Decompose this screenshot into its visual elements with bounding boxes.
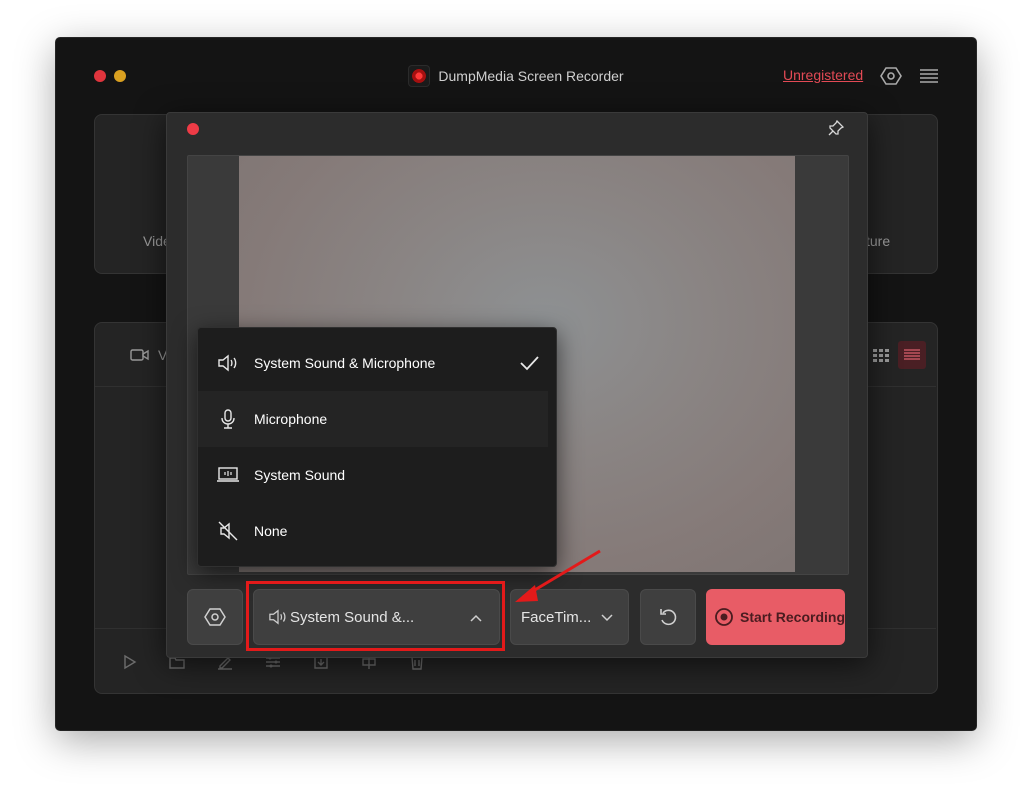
speaker-icon bbox=[269, 609, 286, 625]
start-recording-label: Start Recording bbox=[740, 609, 846, 625]
start-recording-button[interactable]: Start Recording bbox=[706, 589, 845, 645]
menu-item-label: System Sound & Microphone bbox=[254, 355, 436, 371]
record-icon bbox=[715, 608, 733, 626]
menu-item-system-sound-and-microphone[interactable]: System Sound & Microphone bbox=[198, 335, 548, 391]
menu-item-none[interactable]: None bbox=[198, 503, 548, 559]
audio-source-menu: System Sound & Microphone Microphone Sys… bbox=[197, 327, 557, 567]
chevron-up-icon bbox=[470, 614, 482, 622]
rotate-camera-button[interactable] bbox=[640, 589, 696, 645]
menu-item-system-sound[interactable]: System Sound bbox=[198, 447, 548, 503]
webcam-settings-button[interactable] bbox=[187, 589, 243, 645]
camera-source-select[interactable]: FaceTim... bbox=[510, 589, 629, 645]
menu-item-label: None bbox=[254, 523, 288, 539]
system-sound-icon bbox=[216, 463, 240, 487]
video-camera-icon bbox=[130, 347, 150, 363]
app-title: DumpMedia Screen Recorder bbox=[438, 68, 624, 84]
menu-hamburger-icon[interactable] bbox=[918, 66, 940, 86]
unregistered-link[interactable]: Unregistered bbox=[783, 67, 863, 83]
speaker-muted-icon bbox=[216, 519, 240, 543]
camera-source-value: FaceTim... bbox=[521, 608, 592, 626]
titlebar: DumpMedia Screen Recorder bbox=[0, 58, 1032, 94]
audio-source-value: System Sound &... bbox=[290, 608, 415, 626]
checkmark-icon bbox=[518, 353, 540, 373]
grid-view-icon[interactable] bbox=[872, 347, 890, 363]
settings-gear-icon[interactable] bbox=[880, 66, 902, 86]
speaker-icon bbox=[216, 351, 240, 375]
menu-item-label: Microphone bbox=[254, 411, 328, 427]
play-icon[interactable] bbox=[121, 654, 137, 670]
menu-item-label: System Sound bbox=[254, 467, 346, 483]
chevron-down-icon bbox=[601, 614, 613, 622]
audio-source-select[interactable]: System Sound &... bbox=[253, 589, 500, 645]
pin-icon[interactable] bbox=[828, 119, 845, 136]
dialog-close-button[interactable] bbox=[187, 123, 199, 135]
menu-item-microphone[interactable]: Microphone bbox=[198, 391, 548, 447]
mode-capture-label: ture bbox=[866, 233, 891, 249]
settings-gear-icon bbox=[204, 608, 226, 626]
list-view-icon[interactable] bbox=[898, 341, 926, 369]
microphone-icon bbox=[216, 407, 240, 431]
rotate-icon bbox=[660, 609, 677, 626]
app-logo-icon bbox=[408, 65, 431, 87]
